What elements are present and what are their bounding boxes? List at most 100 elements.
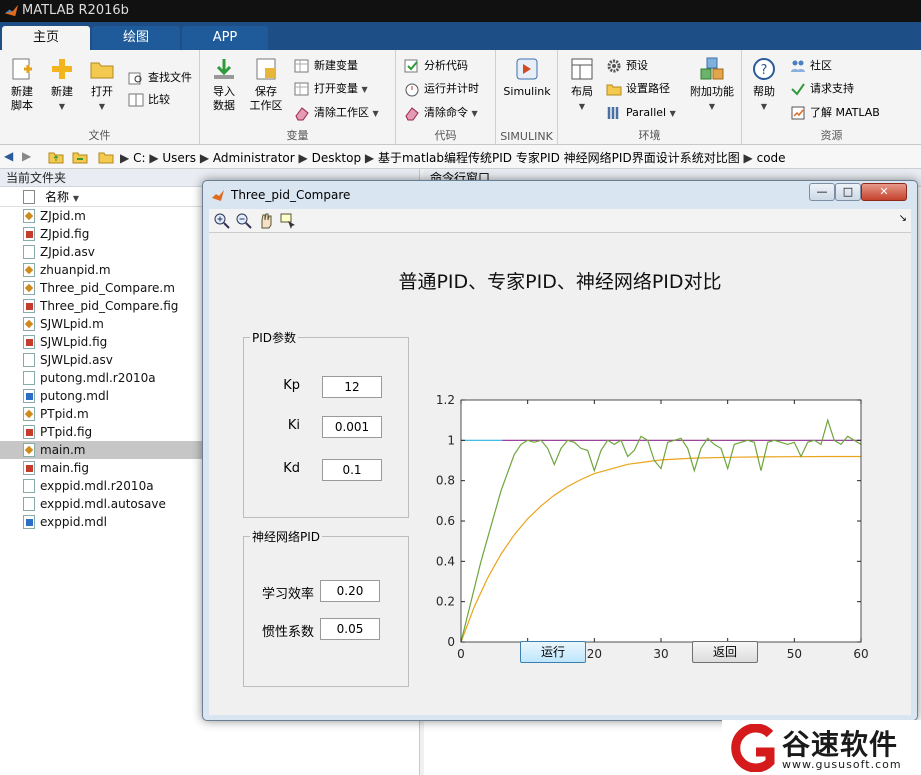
request-support-button[interactable]: 请求支持: [790, 79, 854, 99]
import-data-label: 导入 数据: [213, 85, 235, 112]
chevron-down-icon: ▼: [471, 109, 478, 118]
help-label: 帮助: [753, 85, 775, 98]
analyze-code-label: 分析代码: [424, 59, 468, 72]
forward-arrow-icon[interactable]: ▶: [22, 149, 31, 163]
file-name: PTpid.m: [40, 407, 89, 421]
run-and-time-button[interactable]: 运行并计时: [404, 79, 479, 99]
open-button[interactable]: 打开 ▼: [82, 56, 122, 114]
data-cursor-icon[interactable]: [279, 212, 297, 230]
find-files-button[interactable]: 查找文件: [128, 68, 192, 88]
ribbon-group-variable: 导入 数据 保存 工作区 新建变量 打开变量 ▼ 清除工作区 ▼ 变量: [200, 50, 396, 145]
addons-button[interactable]: 附加功能 ▼: [686, 56, 738, 114]
find-files-icon: [128, 72, 142, 85]
zoom-out-icon[interactable]: [235, 212, 253, 230]
new-script-button[interactable]: 新建 脚本: [2, 56, 42, 113]
clear-workspace-button[interactable]: 清除工作区 ▼: [294, 103, 379, 123]
compare-button[interactable]: 比较: [128, 90, 170, 110]
maximize-button[interactable]: □: [835, 183, 861, 201]
browse-folder-icon[interactable]: [72, 149, 88, 165]
m-file-icon: [23, 281, 35, 295]
nn-panel-title: 神经网络PID: [250, 528, 323, 545]
close-button[interactable]: ✕: [861, 183, 907, 201]
up-folder-icon[interactable]: [48, 149, 64, 165]
tab-apps[interactable]: APP: [182, 26, 268, 50]
tab-plots[interactable]: 绘图: [92, 26, 180, 50]
folder-open-icon: [90, 62, 114, 79]
learning-rate-input[interactable]: 0.20: [320, 580, 380, 602]
save-workspace-button[interactable]: 保存 工作区: [246, 56, 286, 113]
ribbon: 新建 脚本 新建 ▼ 打开 ▼ 查找文件 比较 文件 导入 数据 保存 工作区: [0, 50, 921, 145]
compare-icon: [128, 93, 144, 107]
simulink-button[interactable]: Simulink: [500, 56, 554, 99]
momentum-input[interactable]: 0.05: [320, 618, 380, 640]
ribbon-group-label: 资源: [820, 129, 843, 142]
preferences-label: 预设: [626, 59, 648, 72]
breadcrumb-item[interactable]: C:: [133, 151, 145, 165]
run-button[interactable]: 运行: [520, 641, 586, 663]
x-tick-label: 60: [853, 647, 868, 661]
new-button[interactable]: 新建 ▼: [42, 56, 82, 114]
find-files-label: 查找文件: [148, 71, 192, 84]
breadcrumb-item[interactable]: Administrator: [213, 151, 295, 165]
breadcrumb-item[interactable]: 基于matlab编程传统PID 专家PID 神经网络PID界面设计系统对比图: [378, 151, 740, 165]
ribbon-group-file: 新建 脚本 新建 ▼ 打开 ▼ 查找文件 比较 文件: [0, 50, 200, 145]
file-name: ZJpid.fig: [40, 227, 90, 241]
y-tick-label: 1.2: [436, 393, 455, 407]
m-file-icon: [23, 209, 35, 223]
import-data-button[interactable]: 导入 数据: [204, 56, 244, 113]
back-arrow-icon[interactable]: ◀: [4, 149, 13, 163]
kd-input[interactable]: 0.1: [322, 459, 382, 481]
stopwatch-icon: [405, 83, 419, 97]
m-file-icon: [23, 317, 35, 331]
back-button[interactable]: 返回: [692, 641, 758, 663]
fig-file-icon: [23, 335, 35, 349]
clear-commands-button[interactable]: 清除命令 ▼: [404, 103, 478, 123]
new-script-icon: [12, 58, 32, 80]
fig-file-icon: [23, 461, 35, 475]
breadcrumb-item[interactable]: code: [757, 151, 786, 165]
file-name: SJWLpid.m: [40, 317, 104, 331]
file-name: ZJpid.m: [40, 209, 86, 223]
preferences-button[interactable]: 预设: [606, 56, 648, 76]
new-variable-button[interactable]: 新建变量: [294, 56, 358, 76]
mdl-file-icon: [23, 389, 35, 403]
chevron-down-icon: ▼: [708, 102, 716, 111]
help-icon: ?: [753, 58, 775, 80]
zoom-in-icon[interactable]: [213, 212, 231, 230]
analyze-code-icon: [404, 59, 418, 73]
dock-arrow-icon[interactable]: ↘: [899, 213, 907, 224]
asv-file-icon: [23, 371, 35, 385]
plus-icon: [52, 59, 72, 79]
momentum-label: 惯性系数: [261, 625, 314, 640]
file-name: Three_pid_Compare.fig: [40, 299, 179, 313]
breadcrumb-item[interactable]: Desktop: [312, 151, 362, 165]
parallel-button[interactable]: Parallel ▼: [606, 103, 676, 123]
set-path-button[interactable]: 设置路径: [606, 79, 670, 99]
open-variable-button[interactable]: 打开变量 ▼: [294, 79, 368, 99]
layout-button[interactable]: 布局 ▼: [562, 56, 602, 114]
help-button[interactable]: ? 帮助 ▼: [744, 56, 784, 114]
clear-commands-label: 清除命令: [424, 106, 468, 119]
breadcrumb-item[interactable]: Users: [162, 151, 196, 165]
pan-hand-icon[interactable]: [257, 212, 275, 230]
folder-path-icon: [606, 84, 622, 96]
kd-label: Kd: [283, 461, 300, 476]
x-tick-label: 20: [587, 647, 602, 661]
chevron-down-icon: ▼: [760, 102, 768, 111]
figure-window-title: Three_pid_Compare: [231, 188, 351, 202]
tab-home[interactable]: 主页: [2, 26, 90, 50]
ribbon-group-code: 分析代码 运行并计时 清除命令 ▼ 代码: [396, 50, 496, 145]
kp-input[interactable]: 12: [322, 376, 382, 398]
layout-icon: [571, 58, 593, 80]
addons-cubes-icon: [700, 57, 724, 80]
learn-matlab-button[interactable]: 了解 MATLAB: [790, 103, 880, 123]
file-name: SJWLpid.asv: [40, 353, 113, 367]
minimize-button[interactable]: —: [809, 183, 835, 201]
file-name: main.m: [40, 443, 86, 457]
analyze-code-button[interactable]: 分析代码: [404, 56, 468, 76]
y-tick-label: 0.2: [436, 595, 455, 609]
community-button[interactable]: 社区: [790, 56, 832, 76]
ribbon-group-label: 文件: [88, 129, 111, 142]
file-name: exppid.mdl.autosave: [40, 497, 166, 511]
ki-input[interactable]: 0.001: [322, 416, 382, 438]
